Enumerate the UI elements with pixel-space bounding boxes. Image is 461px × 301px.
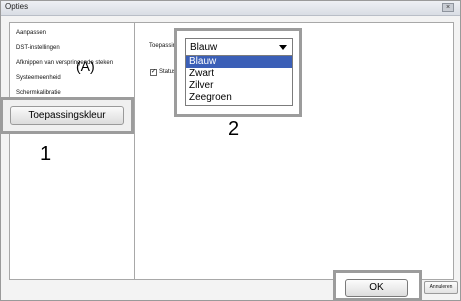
options-sidebar: Aanpassen DST-instellingen Afknippen van… [9,22,135,280]
title-bar: Opties × [1,1,460,16]
annotation-1: 1 [40,143,52,165]
option-zilver[interactable]: Zilver [186,80,292,92]
ok-button[interactable]: OK [345,279,408,297]
sidebar-item-afknippen[interactable]: Afknippen van verspringende steken [16,60,113,66]
cancel-button[interactable]: Annuleren [424,281,458,294]
dropdown-callout: Blauw Blauw Zwart Zilver Zeegroen [174,28,302,117]
color-select[interactable]: Blauw [185,38,293,56]
option-zeegroen[interactable]: Zeegroen [186,92,292,104]
ok-callout: OK [333,270,422,301]
option-blauw[interactable]: Blauw [186,56,292,68]
color-select-value: Blauw [190,42,218,53]
color-options-list: Blauw Zwart Zilver Zeegroen [185,56,293,106]
sidebar-item-systeemeenheid[interactable]: Systeemeenheid [16,75,61,81]
annotation-2: 2 [228,118,240,140]
window-title: Opties [5,2,29,11]
option-zwart[interactable]: Zwart [186,68,292,80]
button-callout: Toepassingskleur [0,97,134,134]
status-checkbox[interactable]: ✓ [150,69,157,76]
sidebar-item-schermkalibratie[interactable]: Schermkalibratie [16,90,61,96]
chevron-down-icon[interactable] [279,45,287,50]
toepassingskleur-button[interactable]: Toepassingskleur [10,106,124,125]
close-icon[interactable]: × [442,3,454,12]
annotation-a: (A) [76,58,95,74]
sidebar-item-dst[interactable]: DST-instellingen [16,45,60,51]
sidebar-item-aanpassen[interactable]: Aanpassen [16,30,46,36]
